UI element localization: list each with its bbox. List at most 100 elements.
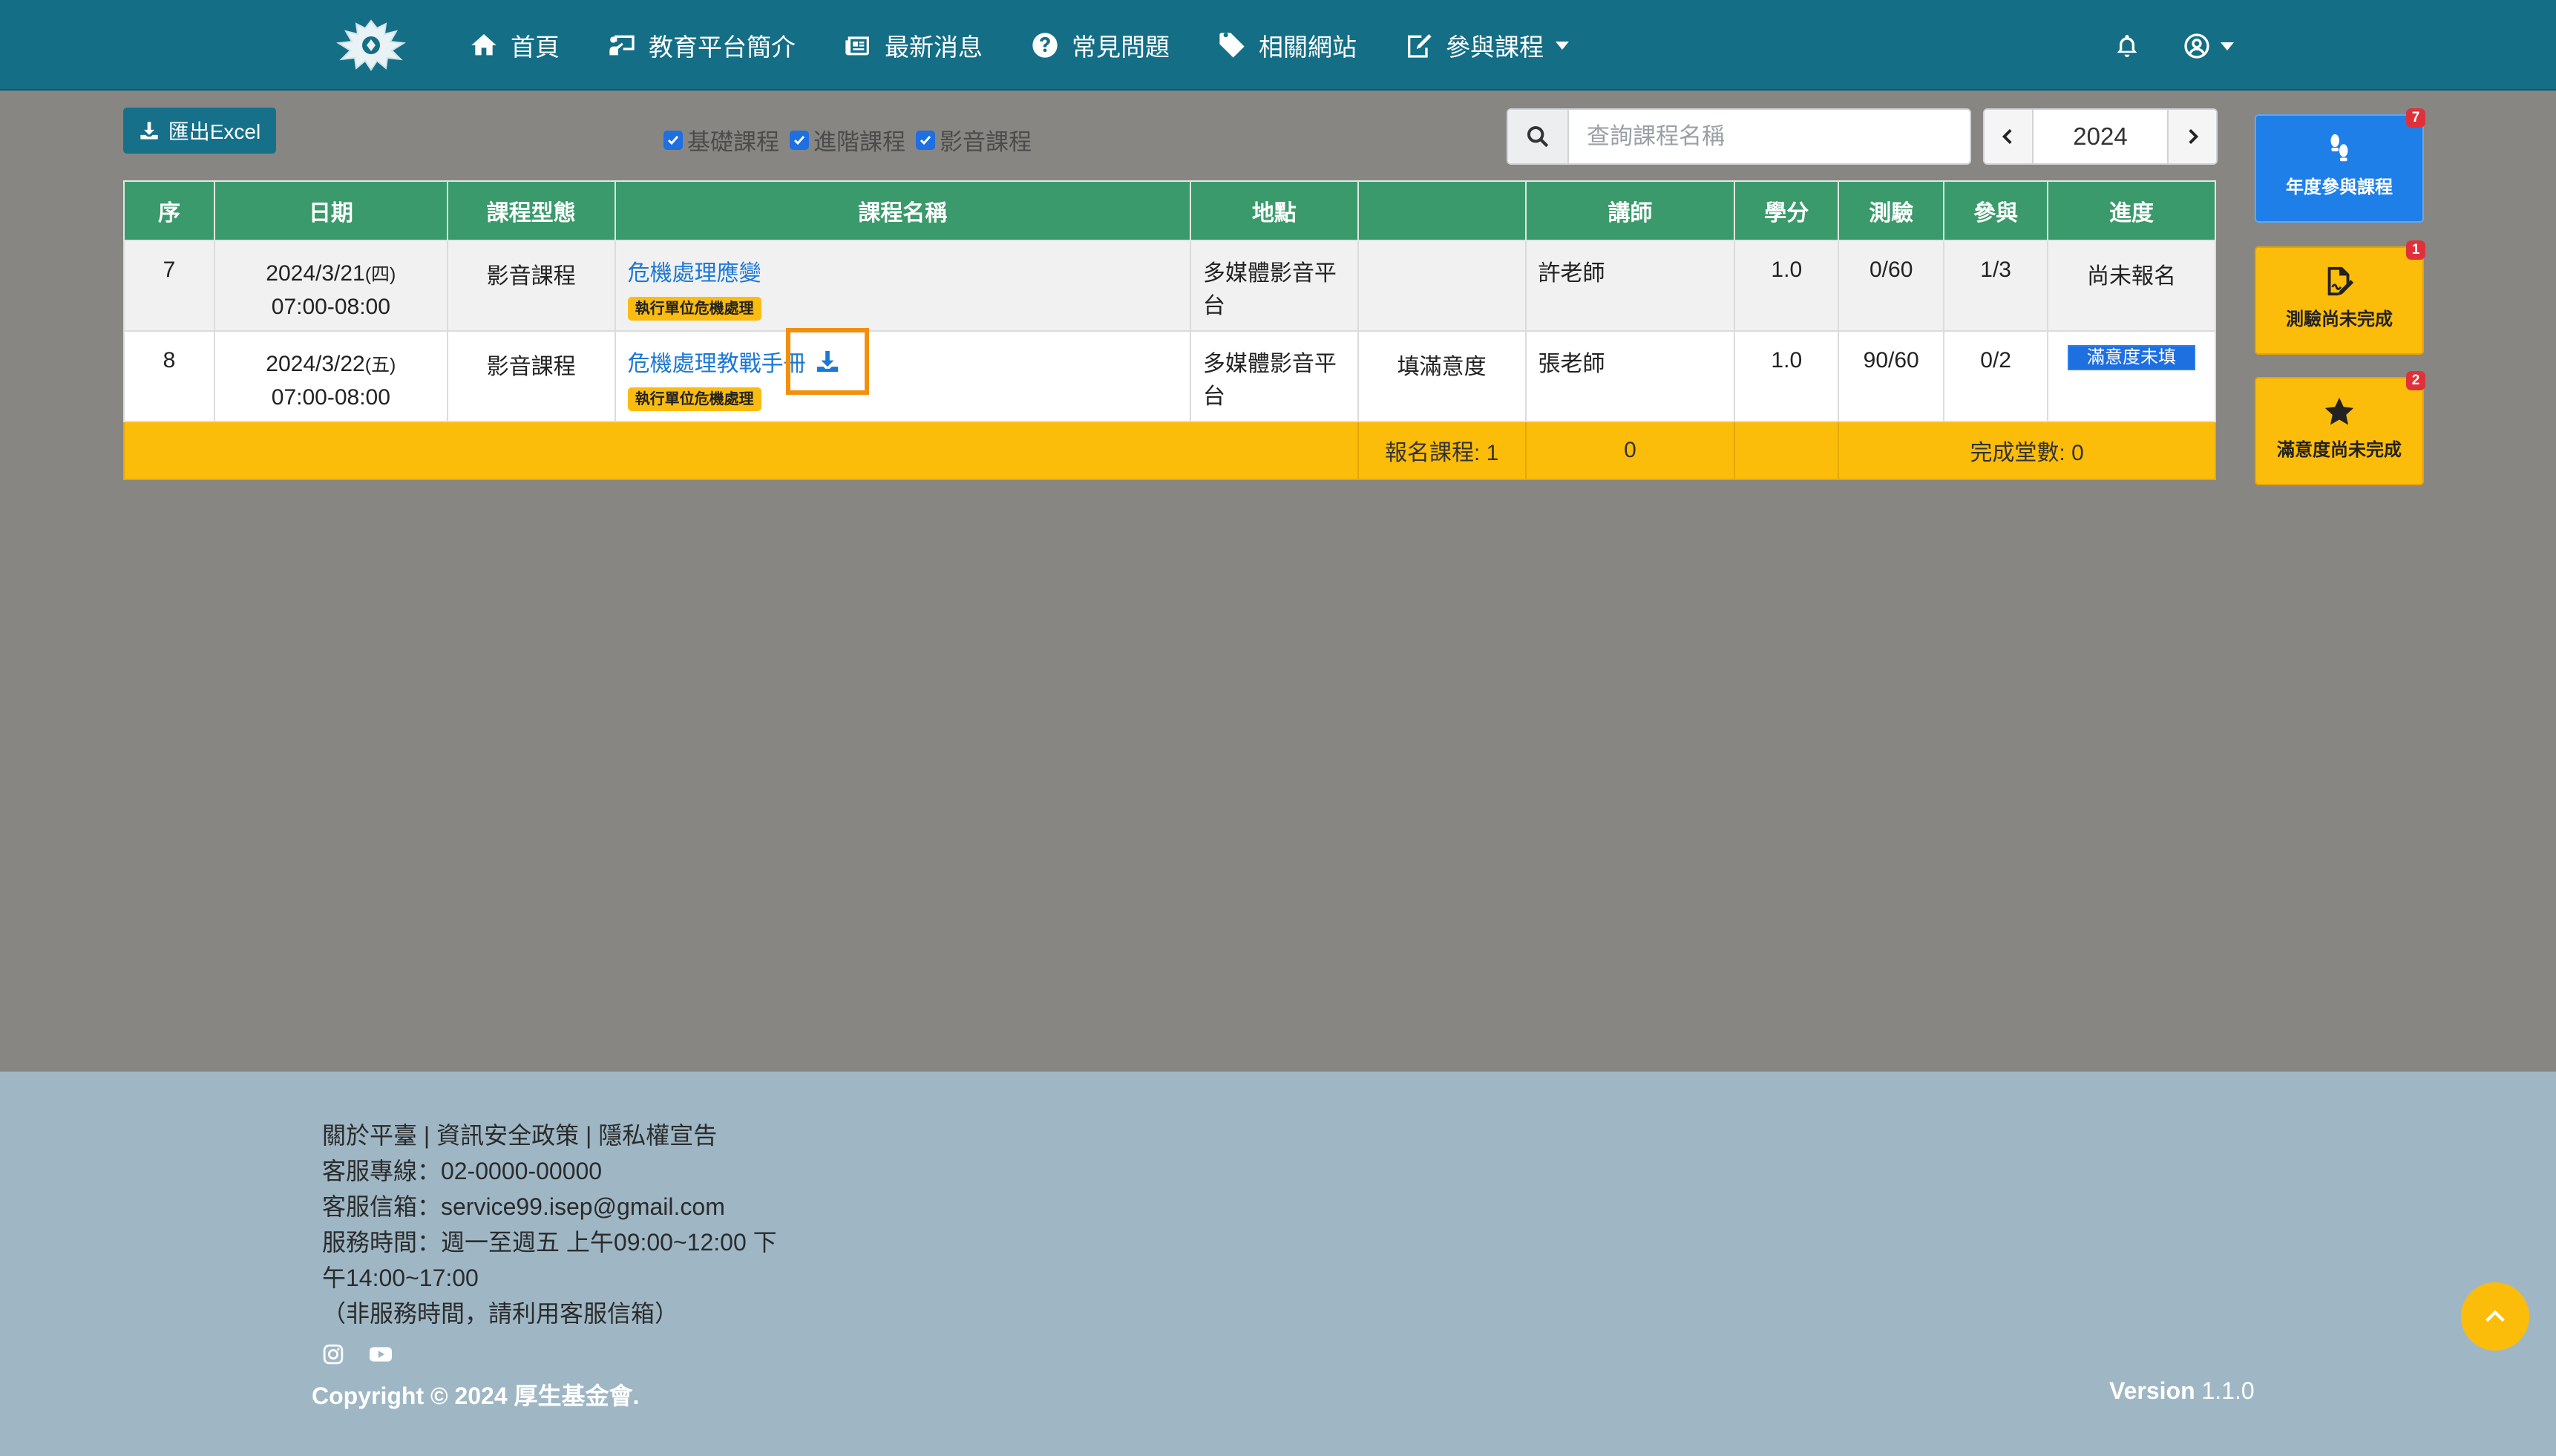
cell-credit: 1.0	[1734, 240, 1840, 332]
question-circle-icon	[1032, 33, 1058, 58]
user-menu[interactable]	[2182, 31, 2241, 61]
edit-icon	[1408, 34, 1432, 58]
chevron-down-icon	[2221, 42, 2234, 50]
cell-action	[1357, 240, 1527, 332]
filter-video[interactable]: 影音課程	[916, 123, 1032, 157]
col-header-attend[interactable]: 參與	[1943, 180, 2049, 241]
cell-progress: 尚未報名	[2047, 240, 2216, 332]
nav-platform-intro[interactable]: 教育平台簡介	[607, 27, 796, 63]
version-label: Version	[2109, 1377, 2195, 1404]
nav-participate-courses[interactable]: 參與課程	[1404, 27, 1569, 63]
course-search	[1507, 108, 1971, 165]
notification-bell-icon[interactable]	[2112, 31, 2142, 61]
footer-links[interactable]: 關於平臺 | 資訊安全政策 | 隱私權宣告	[322, 1118, 797, 1153]
widget-satisfaction-incomplete[interactable]: 滿意度尚未完成 2	[2255, 371, 2425, 485]
youtube-icon[interactable]	[370, 1343, 392, 1365]
count-badge: 2	[2406, 371, 2425, 390]
site-footer: 關於平臺 | 資訊安全政策 | 隱私權宣告 客服專線：02-0000-00000…	[0, 1072, 2556, 1456]
cell-type: 影音課程	[446, 330, 616, 422]
filter-video-label: 影音課程	[940, 129, 1032, 155]
home-icon	[471, 34, 497, 56]
fill-satisfaction-link[interactable]: 填滿意度	[1357, 330, 1527, 422]
footer-email: 客服信箱：service99.isep@gmail.com	[322, 1193, 725, 1220]
search-icon[interactable]	[1508, 110, 1569, 163]
col-header-date[interactable]: 日期	[213, 180, 448, 241]
table-row: 7 2024/3/21(四) 07:00-08:00 影音課程 危機處理應變 執…	[123, 240, 2216, 332]
search-input[interactable]	[1569, 111, 1962, 163]
filter-advanced-label: 進階課程	[813, 129, 905, 155]
filter-basic-label: 基礎課程	[687, 129, 779, 155]
cell-date: 2024/3/22(五) 07:00-08:00	[213, 330, 448, 422]
unit-tag: 執行單位危機處理	[627, 387, 761, 411]
cell-quiz: 0/60	[1838, 240, 1945, 332]
presentation-icon	[609, 35, 635, 56]
total-completed: 完成堂數: 0	[1838, 421, 2216, 480]
footer-info: 關於平臺 | 資訊安全政策 | 隱私權宣告 客服專線：02-0000-00000…	[322, 1118, 797, 1331]
date-text: 2024/3/21	[266, 261, 365, 286]
scroll-to-top-button[interactable]	[2461, 1282, 2529, 1351]
cell-date: 2024/3/21(四) 07:00-08:00	[213, 240, 448, 332]
signature-icon	[2327, 266, 2354, 296]
col-header-quiz[interactable]: 測驗	[1838, 180, 1945, 241]
filter-advanced[interactable]: 進階課程	[790, 123, 905, 157]
site-logo[interactable]	[334, 18, 408, 73]
widget-quiz-incomplete[interactable]: 測驗尚未完成 1	[2255, 240, 2425, 355]
col-header-action	[1357, 180, 1527, 241]
course-link[interactable]: 危機處理教戰手冊	[628, 352, 806, 376]
nav-faq[interactable]: 常見問題	[1030, 27, 1170, 63]
total-empty-cell	[123, 421, 1359, 480]
year-value: 2024	[2073, 122, 2128, 150]
col-header-location[interactable]: 地點	[1189, 180, 1359, 241]
checkbox-checked-icon[interactable]	[790, 130, 809, 150]
export-excel-label: 匯出Excel	[168, 120, 261, 143]
course-table: 序 日期 課程型態 課程名稱 地點 講師 學分 測驗 參與 進度 7 2024/…	[123, 180, 2216, 480]
cell-progress: 滿意度未填	[2047, 330, 2216, 422]
col-header-credit[interactable]: 學分	[1734, 180, 1840, 241]
checkbox-checked-icon[interactable]	[663, 130, 683, 150]
col-header-course-name[interactable]: 課程名稱	[614, 180, 1191, 241]
filter-basic[interactable]: 基礎課程	[663, 123, 779, 157]
top-navbar: 首頁 教育平台簡介 最新消息 常見問題 相關網站 參與課程	[0, 0, 2556, 91]
newspaper-icon	[845, 36, 869, 56]
weekday-text: (五)	[364, 355, 396, 376]
footer-hours-note: （非服務時間，請利用客服信箱）	[322, 1300, 679, 1327]
widget-annual-courses-label: 年度參與課程	[2286, 177, 2393, 197]
nav-related-sites[interactable]: 相關網站	[1217, 27, 1357, 63]
footer-phone: 客服專線：02-0000-00000	[322, 1158, 603, 1184]
col-header-teacher[interactable]: 講師	[1524, 180, 1736, 241]
col-header-seq[interactable]: 序	[123, 180, 215, 241]
widget-satisfaction-incomplete-label: 滿意度尚未完成	[2277, 440, 2402, 460]
nav-news-label: 最新消息	[885, 33, 983, 61]
footer-hours-1: 服務時間：週一至週五 上午09:00~12:00 下	[322, 1229, 777, 1256]
unit-tag: 執行單位危機處理	[627, 297, 761, 321]
tag-icon	[1219, 33, 1245, 58]
version-number: 1.1.0	[2201, 1377, 2255, 1404]
nav-home[interactable]: 首頁	[469, 27, 560, 63]
export-excel-button[interactable]: 匯出Excel	[123, 108, 276, 154]
course-type-filters: 基礎課程 進階課程 影音課程	[663, 123, 1042, 157]
download-icon[interactable]	[786, 328, 869, 395]
progress-badge: 滿意度未填	[2068, 345, 2196, 370]
col-header-progress[interactable]: 進度	[2047, 180, 2216, 241]
cell-quiz: 90/60	[1838, 330, 1945, 422]
checkbox-checked-icon[interactable]	[916, 130, 935, 150]
cell-location: 多媒體影音平台	[1189, 330, 1359, 422]
nav-news[interactable]: 最新消息	[843, 27, 983, 63]
cell-attend: 1/3	[1943, 240, 2049, 332]
user-circle-icon	[2184, 33, 2209, 59]
total-registered: 報名課程: 1	[1357, 421, 1527, 480]
total-count: 0	[1524, 421, 1736, 480]
next-year-button[interactable]	[2167, 110, 2216, 163]
prev-year-button[interactable]	[1985, 110, 2034, 163]
cell-course-name: 危機處理教戰手冊 執行單位危機處理	[614, 330, 1191, 422]
nav-faq-label: 常見問題	[1072, 33, 1170, 61]
download-icon	[140, 122, 158, 140]
count-badge: 1	[2406, 240, 2425, 260]
instagram-icon[interactable]	[322, 1343, 344, 1365]
col-header-type[interactable]: 課程型態	[446, 180, 616, 241]
widget-annual-courses[interactable]: 年度參與課程 7	[2255, 108, 2425, 223]
course-link[interactable]: 危機處理應變	[628, 261, 761, 286]
table-total-row: 報名課程: 1 0 完成堂數: 0	[123, 421, 2216, 480]
version-text: Version 1.1.0	[2109, 1377, 2255, 1405]
footer-hours-2: 午14:00~17:00	[322, 1265, 479, 1291]
